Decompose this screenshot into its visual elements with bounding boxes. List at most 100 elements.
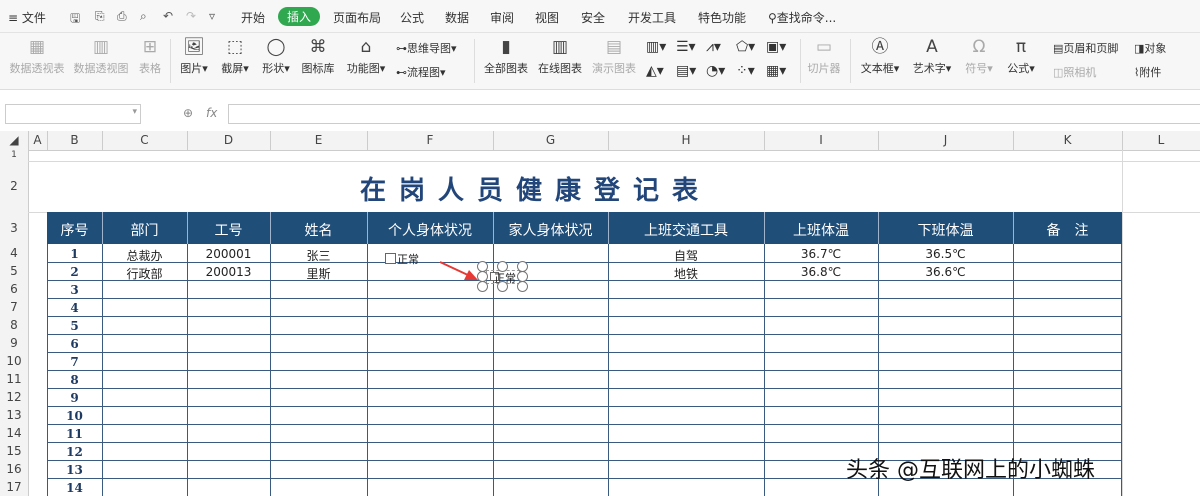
tab-security[interactable]: 安全 (581, 9, 605, 26)
tab-page-layout[interactable]: 页面布局 (333, 9, 381, 26)
column-header[interactable]: F (367, 133, 493, 147)
cell-serial[interactable]: 13 (47, 463, 102, 477)
column-header[interactable]: I (764, 133, 878, 147)
cell-employee-id[interactable]: 200001 (187, 247, 270, 261)
shapes-button[interactable]: ◯ 形状▾ (259, 37, 293, 76)
health-checkbox[interactable]: 正常 (385, 251, 419, 267)
cell-serial[interactable]: 10 (47, 409, 102, 423)
cell-serial[interactable]: 6 (47, 337, 102, 351)
tab-review[interactable]: 审阅 (490, 9, 514, 26)
attachment-button[interactable]: ⌇附件 (1134, 64, 1161, 80)
column-header[interactable]: L (1122, 133, 1200, 147)
slicer-button[interactable]: ▭ 切片器 (806, 37, 842, 76)
cell-temp-out[interactable]: 36.6℃ (878, 265, 1013, 279)
command-search[interactable]: ⚲查找命令... (768, 9, 836, 26)
column-header[interactable]: A (28, 133, 47, 147)
cell-transport[interactable]: 自驾 (608, 247, 764, 264)
undo-icon[interactable]: ↶ (163, 9, 173, 23)
cell-serial[interactable]: 8 (47, 373, 102, 387)
pivot-chart-button[interactable]: ▥ 数据透视图 (72, 37, 130, 76)
radar-chart-icon[interactable]: ⬠▾ (736, 39, 755, 55)
stock-chart-icon[interactable]: ▣▾ (766, 39, 786, 55)
cell-department[interactable]: 总裁办 (102, 247, 187, 264)
select-all-corner[interactable]: ◢ (0, 133, 28, 147)
table-button[interactable]: ⊞ 表格 (136, 37, 164, 76)
screenshot-button[interactable]: ⬚ 截屏▾ (218, 37, 252, 76)
cell-temp-in[interactable]: 36.7℃ (764, 247, 878, 261)
textbox-button[interactable]: Ⓐ 文本框▾ (858, 37, 902, 76)
file-menu[interactable]: ≡ 文件 (8, 9, 46, 26)
cell-serial[interactable]: 3 (47, 283, 102, 297)
function-chart-button[interactable]: ⌂ 功能图▾ (344, 37, 388, 76)
cell-name[interactable]: 张三 (270, 247, 367, 264)
flowchart-button[interactable]: ⊷流程图▾ (396, 64, 446, 80)
cell-employee-id[interactable]: 200013 (187, 265, 270, 279)
area-chart-icon[interactable]: ◭▾ (646, 63, 664, 79)
cell-serial[interactable]: 14 (47, 481, 102, 495)
cell-name[interactable]: 里斯 (270, 265, 367, 282)
icon-library-button[interactable]: ⌘ 图标库 (300, 37, 336, 76)
column-header[interactable]: D (187, 133, 270, 147)
object-button[interactable]: ◨对象 (1134, 40, 1166, 56)
scatter-chart-icon[interactable]: ⁘▾ (736, 63, 755, 79)
column-header[interactable]: B (47, 133, 102, 147)
cell-temp-in[interactable]: 36.8℃ (764, 265, 878, 279)
tab-formulas[interactable]: 公式 (400, 9, 424, 26)
name-box[interactable]: ▾ (5, 104, 141, 124)
column-header[interactable]: K (1013, 133, 1122, 147)
symbol-button[interactable]: Ω 符号▾ (962, 37, 996, 76)
fx-icon[interactable]: fx (206, 106, 217, 120)
cell-serial[interactable]: 9 (47, 391, 102, 405)
cell-temp-out[interactable]: 36.5℃ (878, 247, 1013, 261)
camera-button[interactable]: ◫照相机 (1053, 64, 1096, 80)
formula-input[interactable] (228, 104, 1200, 124)
resize-handle[interactable] (497, 281, 508, 292)
cell-department[interactable]: 行政部 (102, 265, 187, 282)
checkbox-box[interactable] (385, 253, 396, 264)
pivot-table-button[interactable]: ▦ 数据透视表 (8, 37, 66, 76)
column-header[interactable]: E (270, 133, 367, 147)
picture-button[interactable]: 🖼 图片▾ (177, 37, 211, 76)
resize-handle[interactable] (497, 261, 508, 272)
column-header[interactable]: C (102, 133, 187, 147)
cell-serial[interactable]: 1 (47, 247, 102, 261)
combo-chart-icon[interactable]: ▤▾ (676, 63, 696, 79)
cell-serial[interactable]: 11 (47, 427, 102, 441)
online-charts-button[interactable]: ▥ 在线图表 (536, 37, 584, 76)
demo-charts-button[interactable]: ▤ 演示图表 (590, 37, 638, 76)
tab-special-features[interactable]: 特色功能 (698, 9, 746, 26)
zoom-icon[interactable]: ⊕ (183, 106, 193, 120)
tab-data[interactable]: 数据 (445, 9, 469, 26)
export-icon[interactable]: ⎘ (95, 9, 105, 24)
column-chart-icon[interactable]: ▥▾ (646, 39, 666, 55)
tab-home[interactable]: 开始 (241, 9, 265, 26)
mind-map-button[interactable]: ⊶思维导图▾ (396, 40, 457, 56)
print-preview-icon[interactable]: ⌕ (140, 9, 147, 24)
all-charts-button[interactable]: ▮ 全部图表 (482, 37, 530, 76)
line-chart-icon[interactable]: ⩘▾ (706, 39, 721, 55)
print-icon[interactable]: ⎙ (117, 9, 127, 24)
column-header[interactable]: H (608, 133, 764, 147)
tab-insert[interactable]: 插入 (278, 7, 321, 26)
tab-view[interactable]: 视图 (535, 9, 559, 26)
wordart-button[interactable]: A 艺术字▾ (910, 37, 954, 76)
customize-quick-access-icon[interactable]: ▿ (209, 9, 215, 23)
cell-serial[interactable]: 12 (47, 445, 102, 459)
formula-button[interactable]: π 公式▾ (1004, 37, 1038, 76)
cell-serial[interactable]: 2 (47, 265, 102, 279)
cell-serial[interactable]: 5 (47, 319, 102, 333)
resize-handle[interactable] (517, 281, 528, 292)
bar-chart-horizontal-icon[interactable]: ☰▾ (676, 39, 696, 55)
other-chart-icon[interactable]: ▦▾ (766, 63, 786, 79)
column-header[interactable]: G (493, 133, 608, 147)
save-icon[interactable]: 🖫 (70, 9, 80, 30)
chevron-down-icon[interactable]: ▾ (132, 107, 137, 117)
header-footer-button[interactable]: ▤页眉和页脚 (1053, 40, 1118, 56)
cell-transport[interactable]: 地铁 (608, 265, 764, 282)
cell-serial[interactable]: 4 (47, 301, 102, 315)
cell-serial[interactable]: 7 (47, 355, 102, 369)
pie-chart-icon[interactable]: ◔▾ (706, 63, 725, 79)
tab-developer[interactable]: 开发工具 (628, 9, 676, 26)
redo-icon[interactable]: ↷ (186, 9, 196, 23)
column-header[interactable]: J (878, 133, 1013, 147)
